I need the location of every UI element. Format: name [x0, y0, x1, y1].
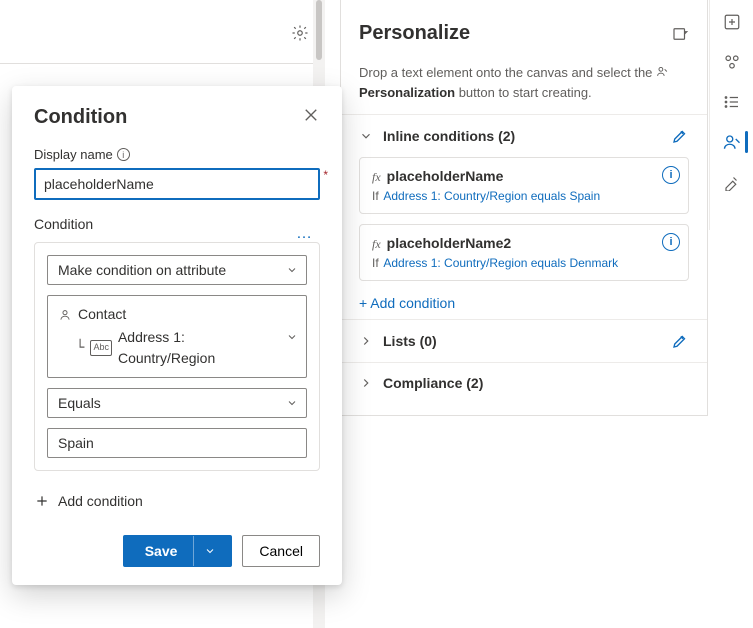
operator-select[interactable]: Equals [47, 388, 307, 418]
condition-card[interactable]: i fxplaceholderName2 If Address 1: Count… [359, 224, 689, 281]
add-condition-link[interactable]: + Add condition [341, 291, 707, 319]
section-label: Lists (0) [383, 333, 437, 349]
rail-brand-icon[interactable] [714, 164, 750, 200]
chevron-down-icon [286, 264, 298, 276]
pin-icon[interactable] [671, 25, 689, 43]
condition-name: placeholderName2 [387, 235, 512, 251]
gear-icon[interactable] [291, 24, 309, 42]
more-icon[interactable]: … [296, 225, 313, 243]
display-name-label: Display name i [34, 147, 320, 162]
plus-icon [34, 493, 50, 509]
info-icon[interactable]: i [662, 233, 680, 251]
chevron-right-icon [359, 376, 373, 390]
rail-add-icon[interactable] [714, 4, 750, 40]
condition-expression: Address 1: Country/Region equals Spain [383, 189, 600, 203]
section-label: Compliance (2) [383, 375, 483, 391]
rail-personalize-icon[interactable] [714, 124, 750, 160]
fx-icon: fx [372, 170, 381, 184]
modal-title: Condition [34, 106, 127, 129]
scrollbar-thumb[interactable] [316, 0, 322, 60]
chevron-down-icon [286, 397, 298, 409]
attribute-select[interactable]: Contact └ Abc Address 1: Country/Region [47, 295, 307, 378]
personalize-panel: Personalize Drop a text element onto the… [340, 0, 708, 416]
save-split-chevron[interactable] [193, 536, 226, 566]
fx-icon: fx [372, 237, 381, 251]
cancel-button[interactable]: Cancel [242, 535, 320, 567]
section-label: Inline conditions (2) [383, 128, 515, 144]
panel-title: Personalize [359, 22, 470, 45]
tree-elbow-icon: └ [76, 338, 84, 359]
contact-icon [58, 308, 72, 322]
attribute-path: Address 1: Country/Region [118, 327, 278, 369]
save-button[interactable]: Save [123, 535, 233, 567]
panel-description: Drop a text element onto the canvas and … [341, 63, 707, 114]
attribute-entity: Contact [78, 304, 126, 325]
section-lists: Lists (0) [341, 319, 707, 362]
section-inline-conditions: Inline conditions (2) i fx placeholderNam… [341, 114, 707, 319]
add-condition-button[interactable]: Add condition [34, 493, 320, 509]
chevron-down-icon [286, 331, 298, 343]
condition-expression: Address 1: Country/Region equals Denmark [383, 256, 618, 270]
chevron-down-icon [359, 129, 373, 143]
condition-card[interactable]: i fxplaceholderName If Address 1: Countr… [359, 157, 689, 214]
value-input[interactable]: Spain [47, 428, 307, 458]
edit-icon[interactable] [671, 332, 689, 350]
close-icon[interactable] [302, 106, 320, 124]
canvas-ribbon [0, 0, 324, 64]
condition-modal: Condition Display name i * Condition … M… [12, 86, 342, 585]
info-icon[interactable]: i [662, 166, 680, 184]
section-head-inline[interactable]: Inline conditions (2) [341, 115, 707, 157]
condition-group: … Make condition on attribute Contact └ … [34, 242, 320, 471]
chevron-right-icon [359, 334, 373, 348]
text-type-icon: Abc [90, 340, 112, 356]
condition-label: Condition [34, 216, 320, 232]
rail-elements-icon[interactable] [714, 44, 750, 80]
edit-icon[interactable] [671, 127, 689, 145]
condition-type-select[interactable]: Make condition on attribute [47, 255, 307, 285]
rail-list-icon[interactable] [714, 84, 750, 120]
section-head-lists[interactable]: Lists (0) [341, 320, 707, 362]
right-rail [709, 0, 753, 230]
required-indicator: * [323, 168, 328, 182]
section-head-compliance[interactable]: Compliance (2) [341, 363, 707, 403]
section-compliance: Compliance (2) [341, 362, 707, 403]
info-icon[interactable]: i [117, 148, 130, 161]
condition-name: placeholderName [387, 168, 504, 184]
person-icon [656, 65, 670, 78]
display-name-input[interactable] [34, 168, 320, 200]
